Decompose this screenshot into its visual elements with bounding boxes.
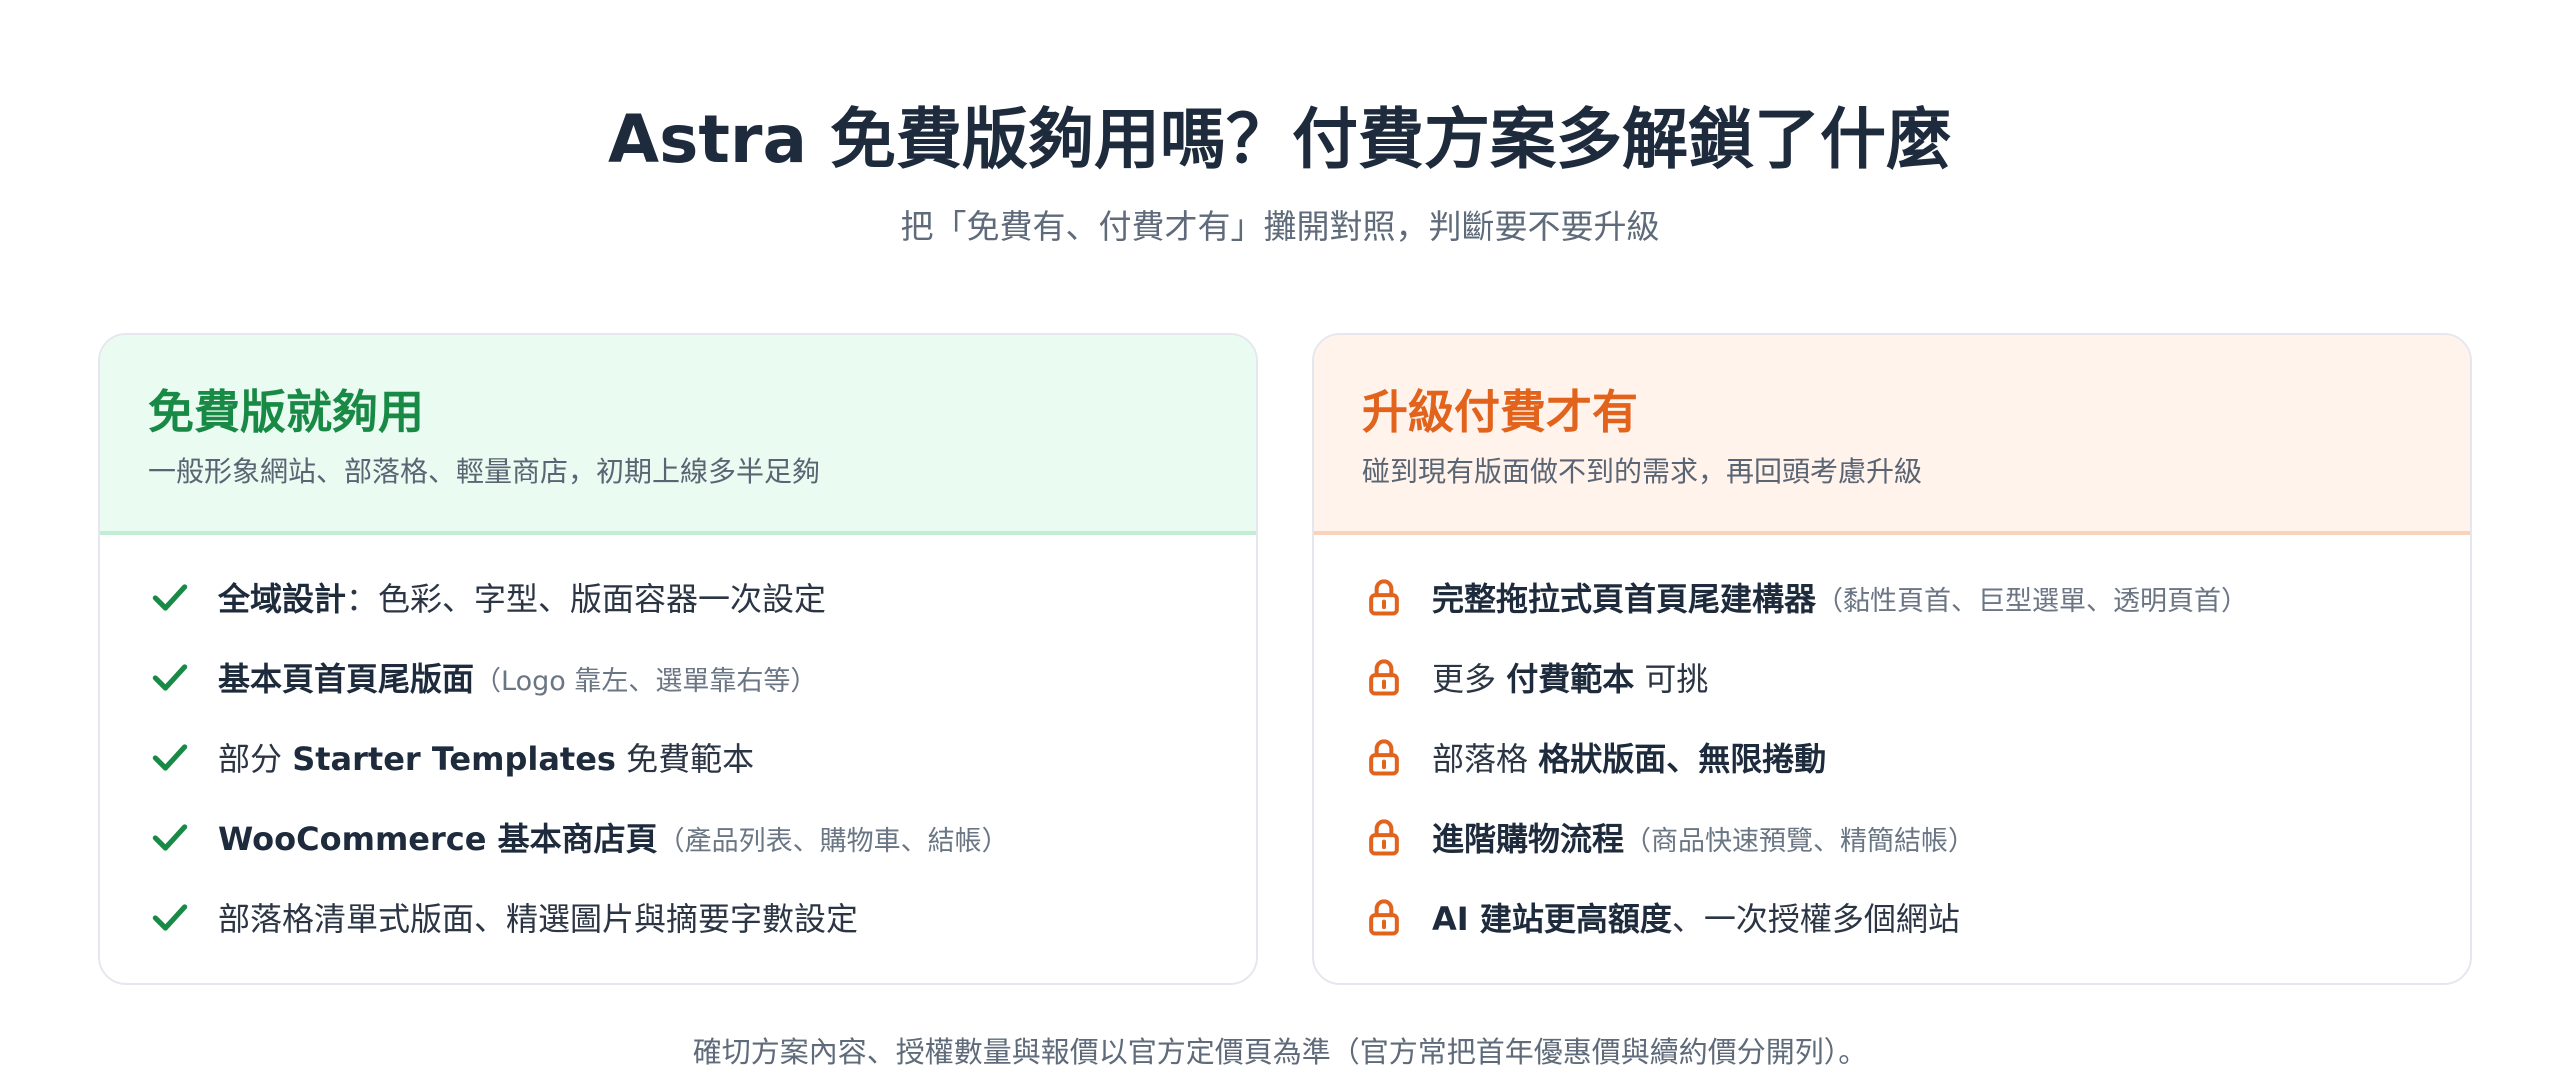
feature-text: 全域設計：色彩、字型、版面容器一次設定 (218, 574, 826, 620)
paid-plan-card: 升級付費才有 碰到現有版面做不到的需求，再回頭考慮升級 完整拖拉式頁首頁尾建構器… (1312, 333, 2472, 985)
free-feature-item: 部落格清單式版面、精選圖片與摘要字數設定 (148, 877, 1208, 957)
feature-text-post: 可挑 (1634, 660, 1709, 698)
lock-icon (1362, 735, 1406, 779)
comparison-page: Astra 免費版夠用嗎？付費方案多解鎖了什麼 把「免費有、付費才有」攤開對照，… (0, 0, 2560, 1091)
feature-text: 部分 Starter Templates 免費範本 (218, 734, 754, 780)
feature-text-bold: WooCommerce 基本商店頁 (218, 820, 658, 858)
feature-text: WooCommerce 基本商店頁（產品列表、購物車、結帳） (218, 814, 1009, 860)
feature-note: （商品快速預覽、精簡結帳） (1624, 826, 1976, 857)
footer-disclaimer: 確切方案內容、授權數量與報價以官方定價頁為準（官方常把首年優惠價與續約價分開列）… (692, 1035, 1868, 1069)
feature-text: 更多 付費範本 可挑 (1432, 654, 1708, 700)
check-icon (148, 815, 192, 859)
lock-icon (1362, 655, 1406, 699)
check-icon (148, 655, 192, 699)
feature-text: 部落格 格狀版面、無限捲動 (1432, 734, 1826, 780)
feature-text-post: ：色彩、字型、版面容器一次設定 (346, 580, 827, 618)
free-feature-item: 基本頁首頁尾版面（Logo 靠左、選單靠右等） (148, 637, 1208, 717)
feature-text-bold: 付費範本 (1506, 660, 1635, 698)
feature-text-pre: 部落格 (1432, 740, 1539, 778)
lock-icon (1362, 895, 1406, 939)
lock-icon (1362, 575, 1406, 619)
paid-feature-item: 更多 付費範本 可挑 (1362, 637, 2422, 717)
free-plan-card: 免費版就夠用 一般形象網站、部落格、輕量商店，初期上線多半足夠 全域設計：色彩、… (98, 333, 1258, 985)
feature-note: （黏性頁首、巨型選單、透明頁首） (1816, 586, 2249, 617)
free-feature-item: WooCommerce 基本商店頁（產品列表、購物車、結帳） (148, 797, 1208, 877)
feature-text-post: 、一次授權多個網站 (1671, 900, 1960, 938)
feature-text-pre: 部分 (218, 740, 293, 778)
free-card-header: 免費版就夠用 一般形象網站、部落格、輕量商店，初期上線多半足夠 (100, 335, 1256, 535)
feature-text-bold: 格狀版面、無限捲動 (1538, 740, 1827, 778)
feature-text-pre: 部落格清單式版面、精選圖片與摘要字數設定 (218, 900, 859, 938)
paid-feature-item: AI 建站更高額度、一次授權多個網站 (1362, 877, 2422, 957)
free-card-description: 一般形象網站、部落格、輕量商店，初期上線多半足夠 (148, 455, 821, 489)
free-feature-item: 全域設計：色彩、字型、版面容器一次設定 (148, 557, 1208, 637)
feature-text-bold: AI 建站更高額度 (1432, 900, 1672, 938)
free-feature-list: 全域設計：色彩、字型、版面容器一次設定 基本頁首頁尾版面（Logo 靠左、選單靠… (100, 535, 1256, 957)
feature-text: 進階購物流程（商品快速預覽、精簡結帳） (1432, 814, 1975, 860)
feature-note: （Logo 靠左、選單靠右等） (474, 666, 818, 697)
feature-text: AI 建站更高額度、一次授權多個網站 (1432, 894, 1960, 940)
paid-feature-item: 進階購物流程（商品快速預覽、精簡結帳） (1362, 797, 2422, 877)
free-feature-item: 部分 Starter Templates 免費範本 (148, 717, 1208, 797)
paid-feature-list: 完整拖拉式頁首頁尾建構器（黏性頁首、巨型選單、透明頁首） 更多 付費範本 可挑 … (1314, 535, 2470, 957)
free-card-title: 免費版就夠用 (148, 385, 424, 439)
feature-text: 部落格清單式版面、精選圖片與摘要字數設定 (218, 894, 858, 940)
lock-icon (1362, 815, 1406, 859)
paid-card-description: 碰到現有版面做不到的需求，再回頭考慮升級 (1362, 455, 1923, 489)
check-icon (148, 735, 192, 779)
page-title: Astra 免費版夠用嗎？付費方案多解鎖了什麼 (608, 101, 1952, 178)
feature-note: （產品列表、購物車、結帳） (657, 826, 1009, 857)
feature-text-bold: 基本頁首頁尾版面 (218, 660, 475, 698)
paid-feature-item: 完整拖拉式頁首頁尾建構器（黏性頁首、巨型選單、透明頁首） (1362, 557, 2422, 637)
feature-text-bold: 進階購物流程 (1432, 820, 1625, 858)
check-icon (148, 895, 192, 939)
feature-text: 完整拖拉式頁首頁尾建構器（黏性頁首、巨型選單、透明頁首） (1432, 574, 2248, 620)
paid-card-header: 升級付費才有 碰到現有版面做不到的需求，再回頭考慮升級 (1314, 335, 2470, 535)
feature-text-bold: Starter Templates (292, 740, 616, 778)
feature-text: 基本頁首頁尾版面（Logo 靠左、選單靠右等） (218, 654, 817, 700)
paid-card-title: 升級付費才有 (1362, 385, 1638, 439)
feature-text-bold: 完整拖拉式頁首頁尾建構器 (1432, 580, 1817, 618)
feature-text-post: 免費範本 (615, 740, 755, 778)
page-subtitle: 把「免費有、付費才有」攤開對照，判斷要不要升級 (900, 207, 1660, 246)
paid-feature-item: 部落格 格狀版面、無限捲動 (1362, 717, 2422, 797)
feature-text-pre: 更多 (1432, 660, 1507, 698)
feature-text-bold: 全域設計 (218, 580, 347, 618)
check-icon (148, 575, 192, 619)
